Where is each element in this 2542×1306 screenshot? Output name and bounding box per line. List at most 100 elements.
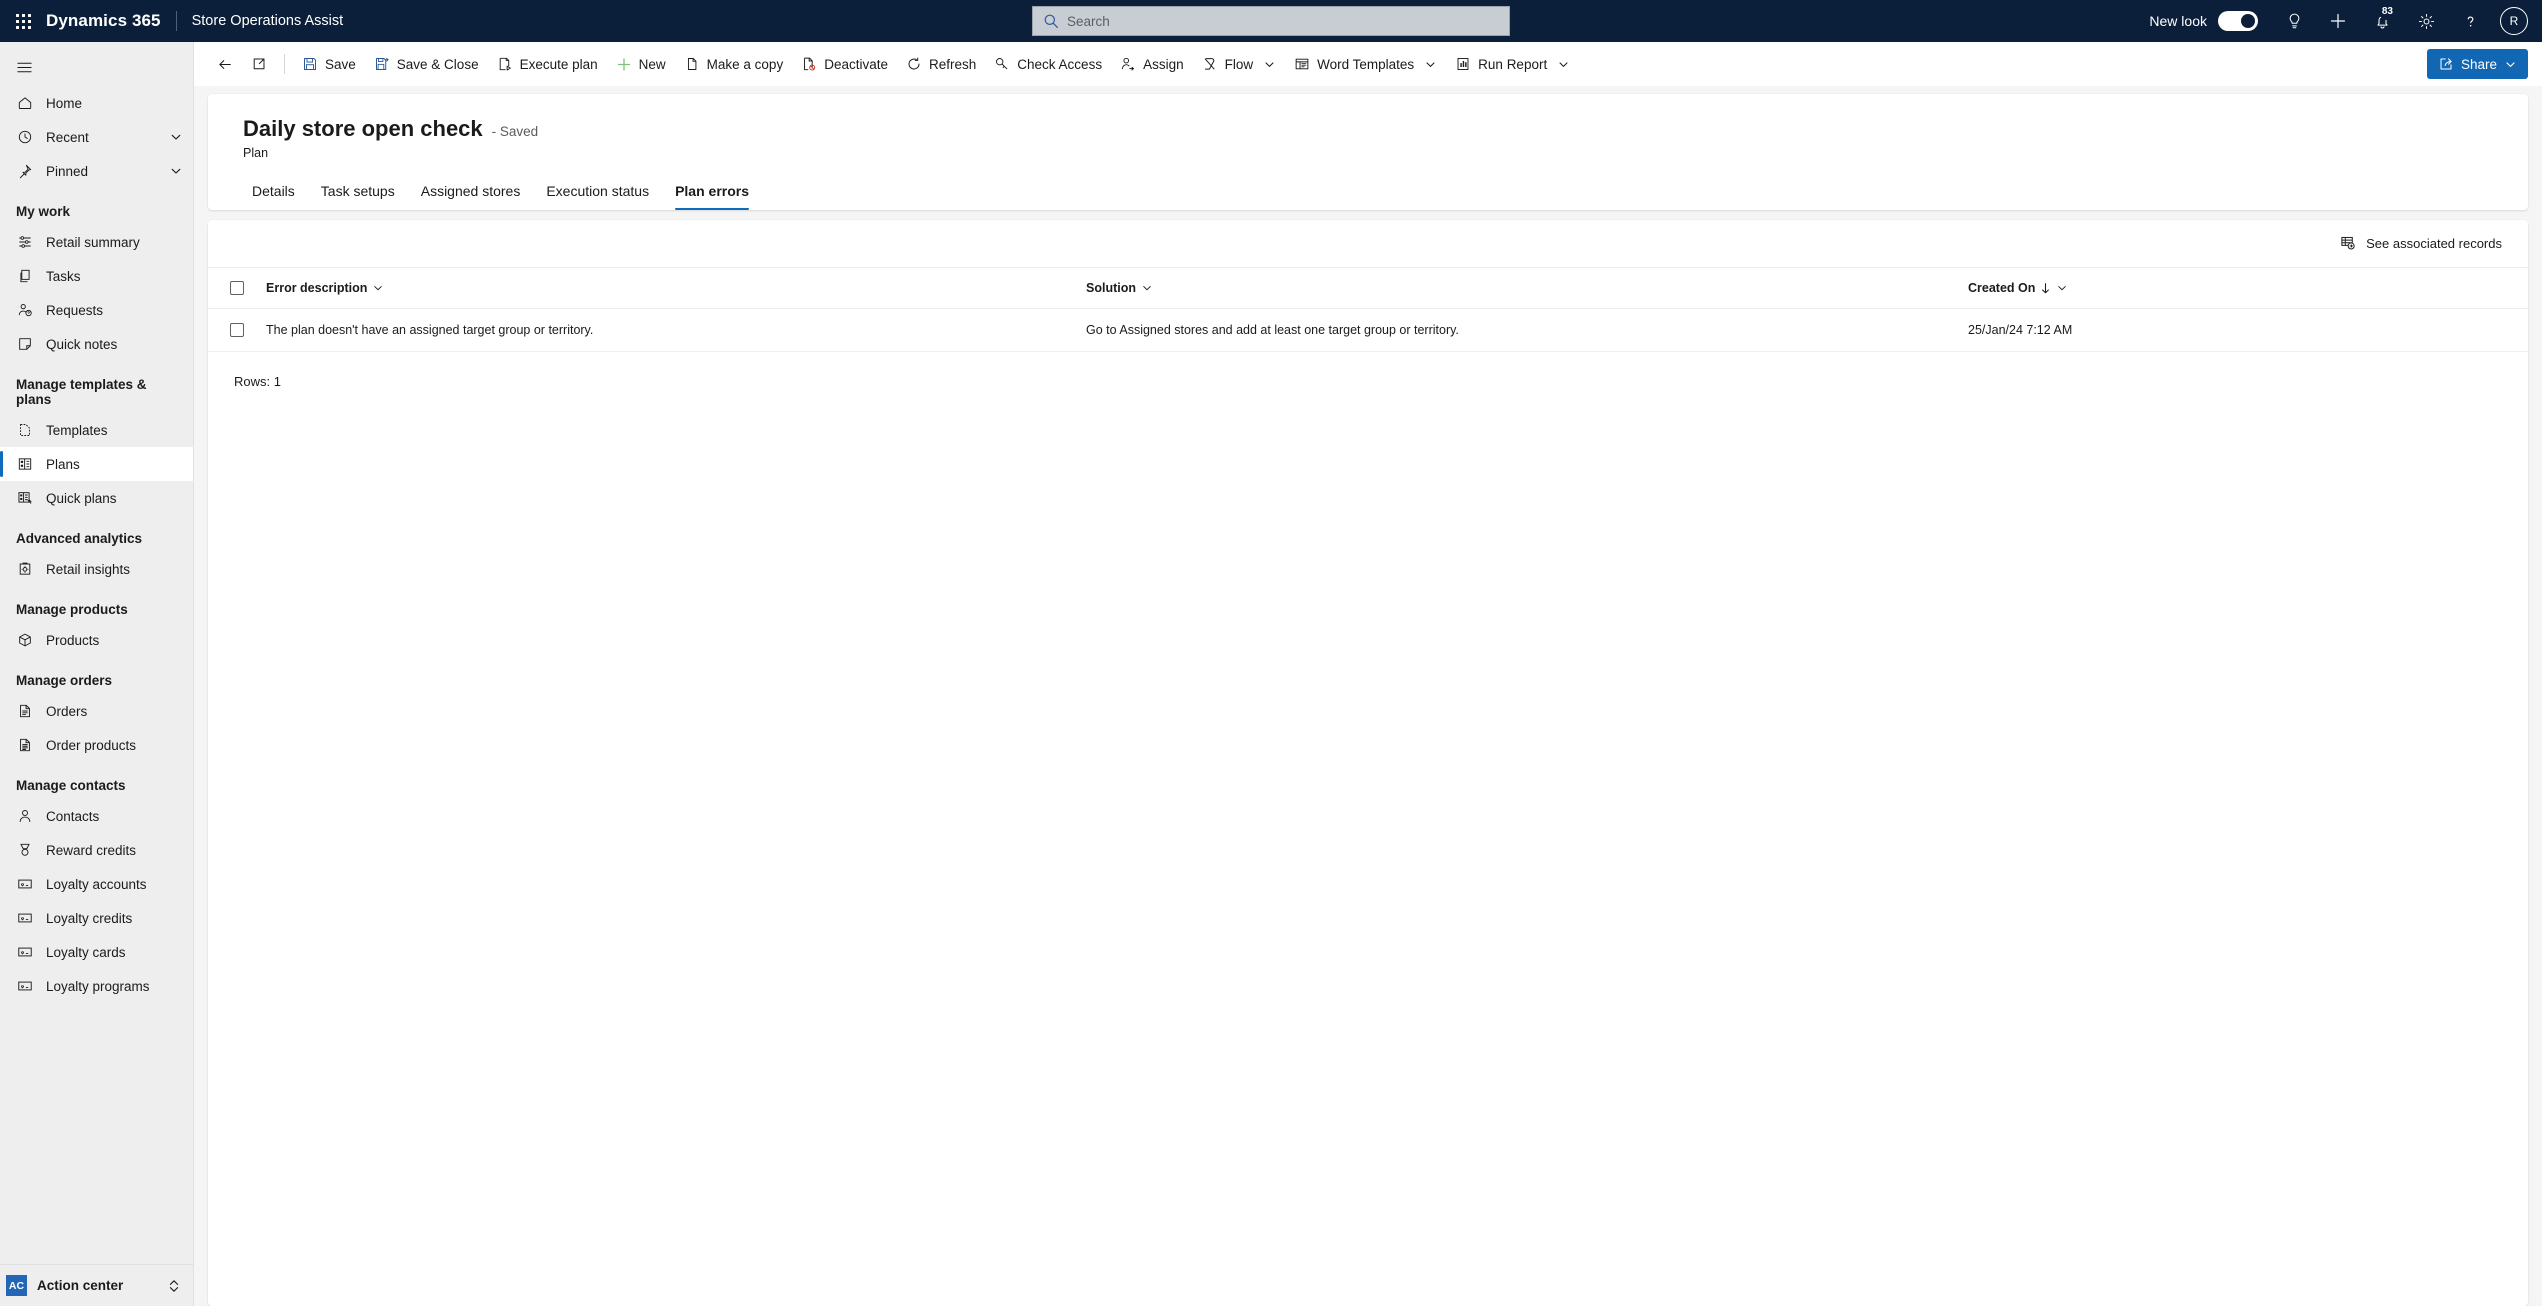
flow-button[interactable]: Flow — [1193, 49, 1286, 79]
save-button[interactable]: Save — [293, 49, 365, 79]
settings-button[interactable] — [2404, 0, 2448, 42]
user-avatar[interactable]: R — [2500, 7, 2528, 35]
tab-details[interactable]: Details — [241, 176, 306, 210]
avatar-initial: R — [2509, 14, 2519, 28]
action-center-label: Action center — [37, 1278, 124, 1293]
command-divider — [284, 54, 285, 74]
table-body: The plan doesn't have an assigned target… — [208, 308, 2528, 352]
select-all-header[interactable] — [208, 268, 266, 309]
card-icon — [16, 944, 33, 961]
sidebar-item-loyalty-programs[interactable]: Loyalty programs — [0, 969, 193, 1003]
action-center-button[interactable]: AC Action center — [0, 1264, 193, 1306]
check-access-button[interactable]: Check Access — [985, 49, 1111, 79]
column-header-error-description[interactable]: Error description — [266, 268, 1086, 309]
chevron-down-icon[interactable] — [169, 164, 183, 178]
sidebar-collapse-button[interactable] — [0, 48, 193, 86]
sidebar-item-pinned[interactable]: Pinned — [0, 154, 193, 188]
sidebar-item-quick-plans[interactable]: Quick plans — [0, 481, 193, 515]
chevron-up-down-icon[interactable] — [167, 1278, 181, 1294]
chevron-down-icon[interactable] — [169, 130, 183, 144]
sidebar-group-title: Manage products — [16, 602, 128, 617]
sidebar-item-label: Quick notes — [46, 336, 118, 352]
app-launcher-icon[interactable] — [0, 13, 46, 29]
new-look-label: New look — [2149, 13, 2207, 29]
search-input[interactable] — [1067, 13, 1499, 29]
command-label: Save — [325, 56, 356, 72]
notifications-button[interactable]: 83 — [2360, 0, 2404, 42]
chevron-down-icon[interactable] — [1557, 58, 1570, 71]
save-and-close-button[interactable]: Save & Close — [365, 49, 488, 79]
cell-created-on[interactable]: 25/Jan/24 7:12 AM — [1968, 308, 2528, 352]
page-title: Daily store open check — [243, 116, 483, 141]
new-look-switch[interactable] — [2218, 11, 2258, 31]
sidebar-item-templates[interactable]: Templates — [0, 413, 193, 447]
run-report-button[interactable]: Run Report — [1446, 49, 1579, 79]
search-box[interactable] — [1032, 6, 1510, 36]
sidebar-item-order-products[interactable]: Order products — [0, 728, 193, 762]
execute-plan-button[interactable]: Execute plan — [488, 49, 607, 79]
sidebar-item-loyalty-cards[interactable]: Loyalty cards — [0, 935, 193, 969]
column-header-label: Error description — [266, 281, 368, 295]
cell-error-description[interactable]: The plan doesn't have an assigned target… — [266, 308, 1086, 352]
key-icon — [994, 56, 1010, 72]
tab-assigned-stores[interactable]: Assigned stores — [410, 176, 532, 210]
chevron-down-icon[interactable] — [1141, 282, 1153, 294]
select-all-checkbox[interactable] — [230, 281, 244, 295]
back-button[interactable] — [208, 49, 242, 79]
help-button[interactable] — [2448, 0, 2492, 42]
sidebar-item-recent[interactable]: Recent — [0, 120, 193, 154]
plan-errors-grid-card: See associated records Error description — [208, 220, 2528, 1306]
new-button[interactable]: New — [607, 49, 675, 79]
brand-title[interactable]: Dynamics 365 — [46, 11, 176, 31]
tab-execution-status[interactable]: Execution status — [535, 176, 660, 210]
chevron-down-icon[interactable] — [1263, 58, 1276, 71]
home-icon — [16, 95, 33, 112]
sidebar-item-retail-insights[interactable]: Retail insights — [0, 552, 193, 586]
see-associated-records-link[interactable]: See associated records — [2340, 235, 2502, 252]
chevron-down-icon[interactable] — [2056, 282, 2068, 294]
chevron-down-icon[interactable] — [1424, 58, 1437, 71]
new-quick-create-button[interactable] — [2316, 0, 2360, 42]
command-label: Assign — [1143, 56, 1184, 72]
sidebar-item-label: Requests — [46, 302, 104, 318]
tab-plan-errors[interactable]: Plan errors — [664, 176, 760, 210]
refresh-button[interactable]: Refresh — [897, 49, 985, 79]
sidebar-item-products[interactable]: Products — [0, 623, 193, 657]
popout-button[interactable] — [242, 49, 276, 79]
execute-icon — [497, 56, 513, 72]
sidebar-item-retail-summary[interactable]: Retail summary — [0, 225, 193, 259]
sidebar-item-tasks[interactable]: Tasks — [0, 259, 193, 293]
template-icon — [16, 422, 33, 439]
sidebar-item-contacts[interactable]: Contacts — [0, 799, 193, 833]
sidebar-item-orders[interactable]: Orders — [0, 694, 193, 728]
column-header-created-on[interactable]: Created On — [1968, 268, 2528, 309]
hamburger-icon — [16, 59, 33, 76]
copy-icon — [16, 268, 33, 285]
deactivate-button[interactable]: Deactivate — [792, 49, 897, 79]
sidebar-item-plans[interactable]: Plans — [0, 447, 193, 481]
chevron-down-icon[interactable] — [2504, 58, 2517, 71]
sidebar-item-quick-notes[interactable]: Quick notes — [0, 327, 193, 361]
command-label: Check Access — [1017, 56, 1103, 72]
assign-button[interactable]: Assign — [1111, 49, 1193, 79]
sidebar-item-requests[interactable]: Requests — [0, 293, 193, 327]
share-button[interactable]: Share — [2426, 49, 2528, 79]
make-a-copy-button[interactable]: Make a copy — [675, 49, 793, 79]
chevron-down-icon[interactable] — [372, 282, 384, 294]
column-header-solution[interactable]: Solution — [1086, 268, 1968, 309]
sidebar-item-reward-credits[interactable]: Reward credits — [0, 833, 193, 867]
sidebar-item-loyalty-credits[interactable]: Loyalty credits — [0, 901, 193, 935]
app-name[interactable]: Store Operations Assist — [177, 13, 344, 29]
cell-solution[interactable]: Go to Assigned stores and add at least o… — [1086, 308, 1968, 352]
column-header-label: Solution — [1086, 281, 1136, 295]
word-templates-button[interactable]: Word Templates — [1285, 49, 1446, 79]
row-checkbox[interactable] — [230, 323, 244, 337]
new-look-toggle[interactable]: New look — [2149, 11, 2258, 31]
sidebar-item-home[interactable]: Home — [0, 86, 193, 120]
table-row[interactable]: The plan doesn't have an assigned target… — [208, 308, 2528, 352]
row-select-cell[interactable] — [208, 308, 266, 352]
tab-task-setups[interactable]: Task setups — [310, 176, 406, 210]
sidebar-item-label: Templates — [46, 422, 108, 438]
tips-button[interactable] — [2272, 0, 2316, 42]
sidebar-item-loyalty-accounts[interactable]: Loyalty accounts — [0, 867, 193, 901]
